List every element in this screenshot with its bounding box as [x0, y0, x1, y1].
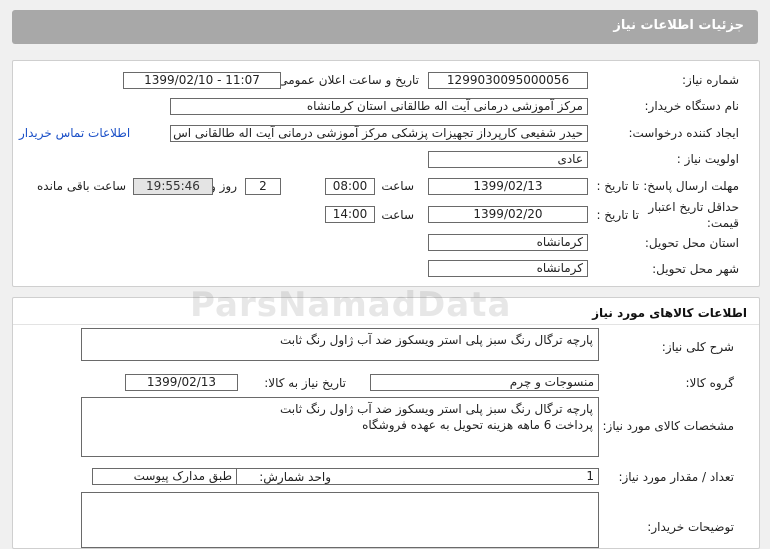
specs-line-1: پارچه ترگال رنگ سبز پلی استر ویسکوز ضد آ…: [280, 402, 593, 416]
days-field: 2: [245, 178, 281, 195]
need-date-field: 1399/02/13: [125, 374, 238, 391]
creator-field: حیدر شفیعی کارپرداز تجهیزات پزشکی مرکز آ…: [170, 125, 588, 142]
goods-group-field: منسوجات و چرم: [370, 374, 599, 391]
deadline-to-date-label: تا تاریخ :: [596, 179, 639, 193]
goods-group-label: گروه کالا:: [685, 376, 735, 390]
deadline-time-field: 08:00: [325, 178, 375, 195]
validity-time-field: 14:00: [325, 206, 375, 223]
city-field: کرمانشاه: [428, 260, 588, 277]
unit-field: طبق مدارک پیوست: [92, 468, 237, 485]
province-field: کرمانشاه: [428, 234, 588, 251]
announce-label: تاریخ و ساعت اعلان عمومی:: [274, 73, 419, 87]
deadline-time-label: ساعت: [381, 179, 414, 193]
buyer-org-field: مرکز آموزشی درمانی آیت اله طالقانی استان…: [170, 98, 588, 115]
validity-date-field: 1399/02/20: [428, 206, 588, 223]
need-info-panel: شماره نیاز: 1299030095000056 تاریخ و ساع…: [12, 60, 760, 287]
priority-label: اولویت نیاز :: [676, 152, 739, 166]
goods-section-title: اطلاعات کالاهای مورد نیاز: [592, 306, 747, 320]
quantity-label: تعداد / مقدار مورد نیاز:: [618, 470, 734, 484]
need-number-label: شماره نیاز:: [682, 73, 739, 87]
need-number-field: 1299030095000056: [428, 72, 588, 89]
priority-field: عادی: [428, 151, 588, 168]
page-title: جزئیات اطلاعات نیاز: [613, 18, 744, 33]
validity-time-label: ساعت: [381, 208, 414, 222]
creator-label: ایجاد کننده درخواست:: [628, 126, 739, 140]
days-label: روز و: [210, 179, 237, 193]
remaining-label: ساعت باقی مانده: [37, 179, 127, 193]
city-label: شهر محل تحویل:: [652, 262, 739, 276]
validity-to-date-label: تا تاریخ :: [596, 208, 639, 222]
buyer-notes-field: [81, 492, 599, 548]
specs-field: پارچه ترگال رنگ سبز پلی استر ویسکوز ضد آ…: [81, 397, 599, 457]
goods-panel: اطلاعات کالاهای مورد نیاز شرح کلی نیاز: …: [12, 297, 760, 549]
remaining-time-field: 19:55:46: [133, 178, 213, 195]
province-label: استان محل تحویل:: [644, 236, 739, 250]
unit-label: واحد شمارش:: [259, 470, 331, 484]
announce-field: 1399/02/10 - 11:07: [123, 72, 281, 89]
need-date-label: تاریخ نیاز به کالا:: [264, 376, 346, 390]
buyer-contact-link[interactable]: اطلاعات تماس خریدار: [19, 126, 130, 140]
specs-line-2: پرداخت 6 ماهه هزینه تحویل به عهده فروشگا…: [362, 418, 593, 432]
buyer-org-label: نام دستگاه خریدار:: [644, 99, 740, 113]
specs-label: مشخصات کالای مورد نیاز:: [602, 419, 734, 433]
deadline-date-field: 1399/02/13: [428, 178, 588, 195]
general-desc-label: شرح کلی نیاز:: [661, 340, 734, 354]
validity-label-line2: قیمت:: [706, 216, 739, 230]
page-header: جزئیات اطلاعات نیاز: [12, 10, 758, 44]
buyer-notes-label: توضیحات خریدار:: [647, 520, 734, 534]
validity-label-line1: حداقل تاریخ اعتبار: [648, 200, 739, 214]
section-divider: [13, 324, 759, 325]
general-desc-field: پارچه ترگال رنگ سبز پلی استر ویسکوز ضد آ…: [81, 328, 599, 361]
deadline-label: مهلت ارسال پاسخ:: [643, 179, 739, 193]
